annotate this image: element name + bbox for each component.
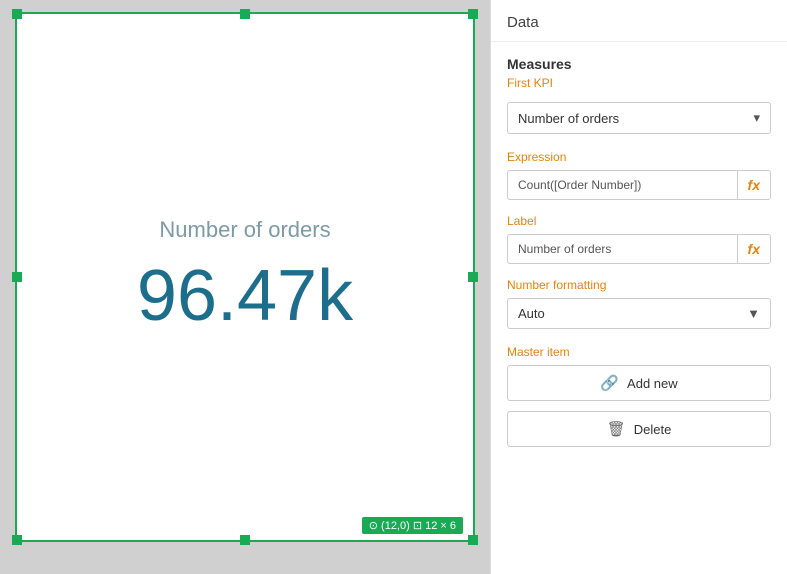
master-item-label: Master item <box>507 345 771 359</box>
delete-label: Delete <box>634 422 672 437</box>
label-fx-button[interactable]: fx <box>737 235 770 263</box>
right-panel: Data Measures First KPI Number of orders… <box>490 0 787 574</box>
expression-input-row: fx <box>507 170 771 200</box>
expression-label: Expression <box>507 150 771 164</box>
number-formatting-label: Number formatting <box>507 278 771 292</box>
panel-body: Measures First KPI Number of orders ▾ Ex… <box>491 42 787 574</box>
first-kpi-label: First KPI <box>507 76 771 90</box>
kpi-value: 96.47k <box>137 255 353 337</box>
kpi-widget[interactable]: Number of orders 96.47k ⊙ (12,0) ⊡ 12 × … <box>15 12 475 542</box>
label-input[interactable] <box>508 235 737 263</box>
handle-bottom-center[interactable] <box>240 535 250 545</box>
number-formatting-select[interactable]: Auto <box>508 299 737 328</box>
label-field-label: Label <box>507 214 771 228</box>
chevron-down-icon: ▾ <box>753 110 760 126</box>
dropdown-label: Number of orders <box>518 111 619 126</box>
select-arrow-icon: ▼ <box>737 300 770 327</box>
measures-title: Measures <box>507 56 771 72</box>
handle-bottom-right[interactable] <box>468 535 478 545</box>
canvas-area: Number of orders 96.47k ⊙ (12,0) ⊡ 12 × … <box>0 0 490 574</box>
delete-button[interactable]: 🗑 Delete <box>507 411 771 447</box>
expression-fx-button[interactable]: fx <box>737 171 770 199</box>
expression-input[interactable] <box>508 171 737 199</box>
handle-mid-right[interactable] <box>468 272 478 282</box>
widget-status-bar: ⊙ (12,0) ⊡ 12 × 6 <box>362 517 463 534</box>
number-formatting-select-row: Auto ▼ <box>507 298 771 329</box>
number-of-orders-dropdown[interactable]: Number of orders ▾ <box>507 102 771 134</box>
add-new-button[interactable]: 🔗 Add new <box>507 365 771 401</box>
trash-icon: 🗑 <box>607 420 626 438</box>
label-input-row: fx <box>507 234 771 264</box>
handle-mid-left[interactable] <box>12 272 22 282</box>
panel-header: Data <box>491 0 787 42</box>
handle-top-left[interactable] <box>12 9 22 19</box>
add-new-label: Add new <box>627 376 678 391</box>
master-item-section: Master item 🔗 Add new 🗑 Delete <box>507 345 771 447</box>
handle-top-center[interactable] <box>240 9 250 19</box>
handle-bottom-left[interactable] <box>12 535 22 545</box>
kpi-label: Number of orders <box>159 217 330 243</box>
link-icon: 🔗 <box>600 374 619 392</box>
handle-top-right[interactable] <box>468 9 478 19</box>
